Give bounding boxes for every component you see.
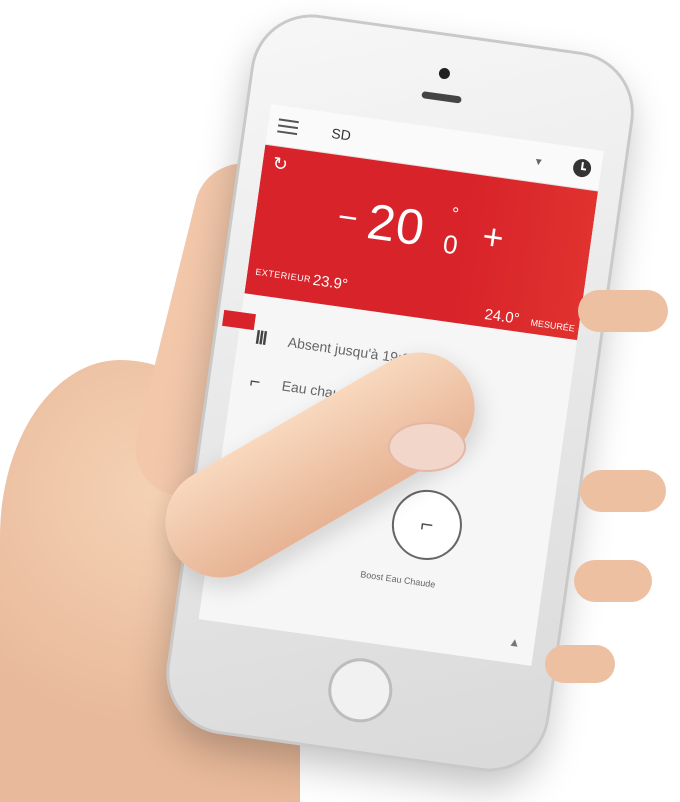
minus-button[interactable]: − xyxy=(335,198,360,238)
measured-temperature: 24.0° xyxy=(483,306,521,328)
phone-speaker xyxy=(421,91,462,104)
refresh-icon[interactable]: ↻ xyxy=(271,153,289,175)
exterior-label: EXTERIEUR xyxy=(254,266,312,285)
finger-right-1 xyxy=(578,290,668,332)
exterior-temperature: 23.9° xyxy=(311,271,349,294)
photo-scene: SD ▼ ↻ − 20 ° 0 + EXTERIEUR 23.9° 24.0° … xyxy=(0,0,680,802)
fingernail xyxy=(388,422,466,472)
faucet-icon: ⌐ xyxy=(248,370,262,392)
home-button[interactable] xyxy=(324,654,397,727)
boost-hot-water-button[interactable]: ⌐ xyxy=(387,485,467,565)
boost-label: Boost Eau Chaude xyxy=(359,569,436,590)
finger-right-3 xyxy=(574,560,652,602)
target-temperature-decimal: 0 xyxy=(441,228,460,261)
menu-icon[interactable] xyxy=(277,118,299,136)
chevron-up-icon[interactable]: ▲ xyxy=(508,635,522,651)
finger-right-2 xyxy=(580,470,666,512)
finger-right-4 xyxy=(545,645,615,683)
target-temperature: 20 xyxy=(363,193,429,257)
chevron-down-icon[interactable]: ▼ xyxy=(533,156,544,168)
measured-label: MESURÉE xyxy=(529,317,576,334)
degree-symbol: ° xyxy=(450,203,461,225)
clock-icon[interactable] xyxy=(571,157,593,179)
plus-button[interactable]: + xyxy=(480,215,507,259)
front-camera xyxy=(438,67,451,80)
